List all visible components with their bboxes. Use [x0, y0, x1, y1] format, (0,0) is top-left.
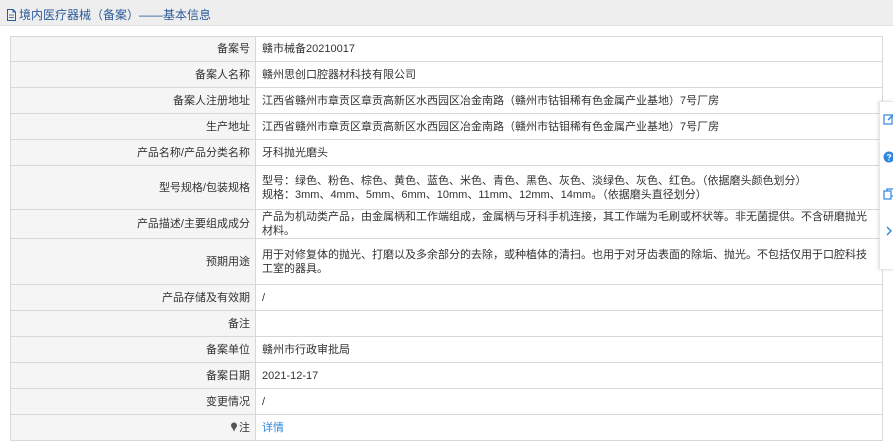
- row-label: 备案号: [11, 37, 256, 62]
- row-label: 备案单位: [11, 337, 256, 363]
- edit-icon[interactable]: [883, 113, 893, 125]
- row-label: 变更情况: [11, 389, 256, 415]
- row-label: 产品名称/产品分类名称: [11, 140, 256, 166]
- row-label: 备案人注册地址: [11, 88, 256, 114]
- page-title: 境内医疗器械（备案）——基本信息: [6, 6, 211, 23]
- table-row: 备案日期 2021-12-17: [11, 363, 883, 389]
- page-title-text: 境内医疗器械（备案）——基本信息: [19, 6, 211, 23]
- row-value: 型号：绿色、粉色、棕色、黄色、蓝色、米色、青色、黑色、灰色、淡绿色、灰色、红色。…: [256, 166, 883, 210]
- copy-icon[interactable]: [883, 188, 893, 200]
- table-row: 产品描述/主要组成成分 产品为机动类产品，由金属柄和工作端组成，金属柄与牙科手机…: [11, 210, 883, 239]
- table-row: 备案单位 赣州市行政审批局: [11, 337, 883, 363]
- row-value: /: [256, 285, 883, 311]
- table-row: 生产地址 江西省赣州市章贡区章贡高新区水西园区冶金南路（赣州市钴钼稀有色金属产业…: [11, 114, 883, 140]
- document-icon: [6, 9, 17, 21]
- table-row: 产品存储及有效期 /: [11, 285, 883, 311]
- table-row: 备案人注册地址 江西省赣州市章贡区章贡高新区水西园区冶金南路（赣州市钴钼稀有色金…: [11, 88, 883, 114]
- table-row: 备案人名称 赣州思创口腔器材科技有限公司: [11, 62, 883, 88]
- row-label: 备案人名称: [11, 62, 256, 88]
- row-value: 产品为机动类产品，由金属柄和工作端组成，金属柄与牙科手机连接，其工作端为毛刷或杯…: [256, 210, 883, 239]
- row-value: /: [256, 389, 883, 415]
- side-toolbar: [879, 101, 893, 270]
- row-value: 赣州市行政审批局: [256, 337, 883, 363]
- row-label: 产品描述/主要组成成分: [11, 210, 256, 239]
- model-line: 型号：绿色、粉色、棕色、黄色、蓝色、米色、青色、黑色、灰色、淡绿色、灰色、红色。…: [262, 174, 876, 188]
- spec-line: 规格：3mm、4mm、5mm、6mm、10mm、11mm、12mm、14mm。（…: [262, 188, 876, 202]
- table-row: 产品名称/产品分类名称 牙科抛光磨头: [11, 140, 883, 166]
- table-row: 型号规格/包装规格 型号：绿色、粉色、棕色、黄色、蓝色、米色、青色、黑色、灰色、…: [11, 166, 883, 210]
- row-value: 牙科抛光磨头: [256, 140, 883, 166]
- info-table: 备案号 赣市械备20210017 备案人名称 赣州思创口腔器材科技有限公司 备案…: [10, 36, 883, 441]
- row-value: [256, 311, 883, 337]
- row-label: 型号规格/包装规格: [11, 166, 256, 210]
- row-value: 赣市械备20210017: [256, 37, 883, 62]
- row-value: 江西省赣州市章贡区章贡高新区水西园区冶金南路（赣州市钴钼稀有色金属产业基地）7号…: [256, 88, 883, 114]
- row-value: 赣州思创口腔器材科技有限公司: [256, 62, 883, 88]
- row-label: 备注: [11, 311, 256, 337]
- row-label-note: 注: [11, 415, 256, 441]
- row-value: 2021-12-17: [256, 363, 883, 389]
- row-value: 详情: [256, 415, 883, 441]
- row-value: 用于对修复体的抛光、打磨以及多余部分的去除，或种植体的清扫。也用于对牙齿表面的除…: [256, 239, 883, 285]
- row-label: 生产地址: [11, 114, 256, 140]
- row-label: 产品存储及有效期: [11, 285, 256, 311]
- help-icon[interactable]: [883, 151, 893, 163]
- row-value: 江西省赣州市章贡区章贡高新区水西园区冶金南路（赣州市钴钼稀有色金属产业基地）7号…: [256, 114, 883, 140]
- table-row: 备案号 赣市械备20210017: [11, 37, 883, 62]
- pin-icon: [230, 422, 238, 432]
- table-row: 预期用途 用于对修复体的抛光、打磨以及多余部分的去除，或种植体的清扫。也用于对牙…: [11, 239, 883, 285]
- chevron-right-icon[interactable]: [883, 225, 893, 237]
- header-bar: 境内医疗器械（备案）——基本信息: [0, 0, 893, 26]
- row-label: 预期用途: [11, 239, 256, 285]
- table-row: 备注: [11, 311, 883, 337]
- note-label: 注: [239, 422, 250, 434]
- table-row: 变更情况 /: [11, 389, 883, 415]
- details-link[interactable]: 详情: [262, 422, 284, 434]
- row-label: 备案日期: [11, 363, 256, 389]
- table-row: 注 详情: [11, 415, 883, 441]
